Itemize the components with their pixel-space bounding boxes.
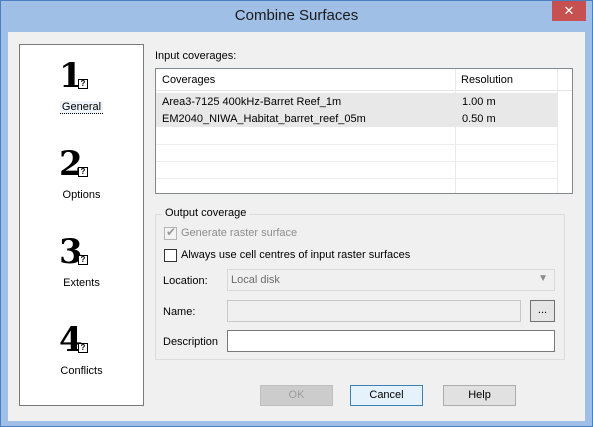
step-general[interactable]: 1 ? General [20, 59, 143, 145]
step-label-options: Options [62, 189, 101, 201]
step-extents[interactable]: 3 ? Extents [20, 235, 143, 321]
help-button[interactable]: Help [443, 385, 516, 406]
grid-line [156, 178, 558, 179]
wizard-steps-panel: 1 ? General 2 ? Options 3 ? Extents 4 ? … [19, 44, 144, 406]
close-button[interactable]: ✕ [552, 1, 586, 21]
column-divider [557, 69, 558, 193]
generate-raster-checkbox[interactable]: ✔ [164, 225, 177, 240]
resolution-cell: 0.50 m [462, 113, 496, 125]
browse-button[interactable]: ... [530, 300, 555, 322]
column-header-coverages[interactable]: Coverages [162, 74, 215, 86]
step-conflicts[interactable]: 4 ? Conflicts [20, 323, 143, 409]
help-icon[interactable]: ? [78, 343, 88, 353]
help-icon[interactable]: ? [78, 255, 88, 265]
step-label-general: General [59, 101, 104, 114]
list-header: Coverages Resolution [156, 69, 572, 91]
location-label: Location: [163, 275, 208, 287]
checkmark-icon: ✔ [166, 225, 177, 239]
cell-centres-checkbox[interactable] [164, 249, 177, 262]
grid-line [156, 161, 558, 162]
coverages-list[interactable]: Coverages Resolution Area3-7125 400kHz-B… [155, 68, 573, 194]
step-label-extents: Extents [63, 277, 100, 289]
input-coverages-label: Input coverages: [155, 50, 237, 62]
combine-surfaces-dialog: Combine Surfaces ✕ 1 ? General 2 ? Optio… [0, 0, 593, 427]
title-bar: Combine Surfaces ✕ [1, 1, 592, 32]
column-header-resolution[interactable]: Resolution [461, 74, 513, 86]
name-field[interactable] [227, 300, 521, 322]
help-icon[interactable]: ? [78, 79, 88, 89]
output-coverage-label: Output coverage [162, 207, 250, 219]
grid-line [156, 144, 558, 145]
ok-button[interactable]: OK [260, 385, 333, 406]
location-value: Local disk [231, 274, 280, 286]
table-row[interactable]: EM2040_NIWA_Habitat_barret_reef_05m 0.50… [156, 110, 558, 127]
dialog-title: Combine Surfaces [234, 7, 359, 24]
table-row[interactable]: Area3-7125 400kHz-Barret Reef_1m 1.00 m [156, 93, 558, 110]
dialog-body: 1 ? General 2 ? Options 3 ? Extents 4 ? … [8, 32, 585, 421]
help-icon[interactable]: ? [78, 167, 88, 177]
generate-raster-label: Generate raster surface [181, 227, 298, 239]
coverage-cell: EM2040_NIWA_Habitat_barret_reef_05m [162, 113, 366, 125]
step-label-conflicts: Conflicts [60, 365, 103, 377]
description-field[interactable] [227, 330, 555, 352]
column-divider [455, 69, 456, 193]
resolution-cell: 1.00 m [462, 96, 496, 108]
location-select[interactable]: Local disk ▼ [227, 269, 555, 291]
description-label: Description [163, 336, 219, 348]
step-options[interactable]: 2 ? Options [20, 147, 143, 233]
name-label: Name: [163, 306, 196, 318]
cancel-button[interactable]: Cancel [350, 385, 423, 406]
coverage-cell: Area3-7125 400kHz-Barret Reef_1m [162, 96, 342, 108]
cell-centres-label: Always use cell centres of input raster … [181, 249, 411, 261]
chevron-down-icon: ▼ [538, 273, 548, 284]
